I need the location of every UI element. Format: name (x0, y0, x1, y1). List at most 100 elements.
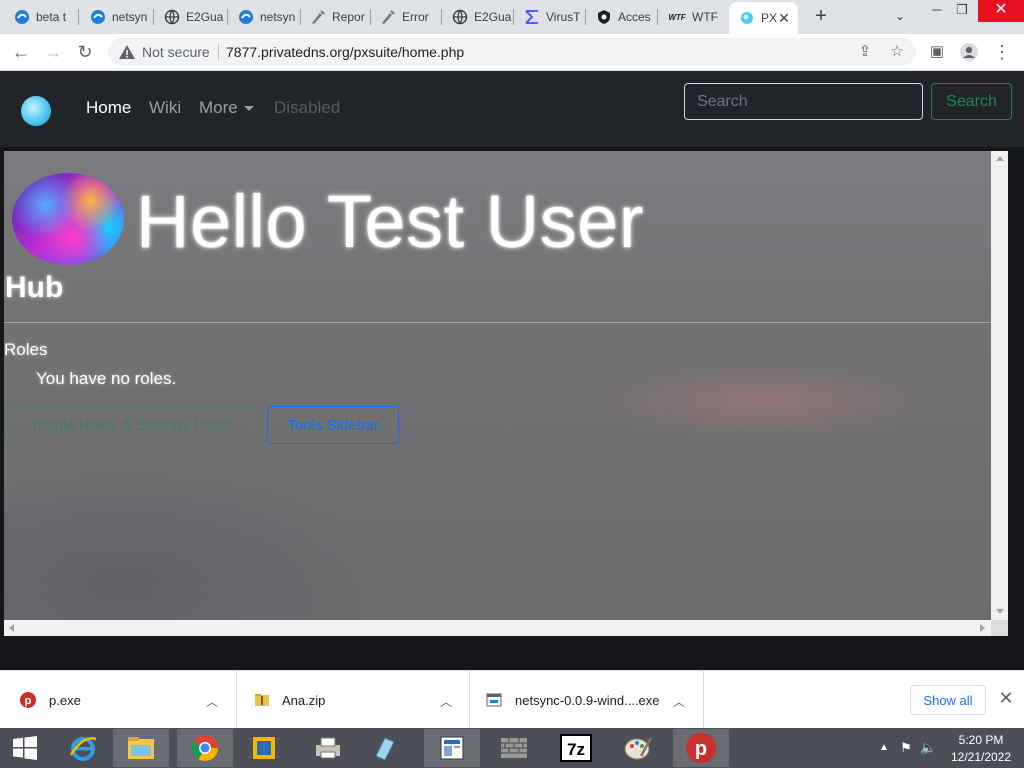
tab-title: Error (402, 10, 429, 24)
roles-settings-button[interactable]: Toggle Roles & Settings Panel (4, 406, 259, 444)
printer-app-icon[interactable] (300, 729, 356, 767)
tab-virustotal[interactable]: VirusT (514, 5, 586, 29)
tools-sidebar-button[interactable]: Tools Sidebar (267, 406, 399, 444)
tab-title: beta t (36, 10, 67, 24)
tab-error[interactable]: Error (370, 5, 442, 29)
reload-icon[interactable]: ↻ (75, 42, 95, 62)
download-item[interactable]: netsync-0.0.9-wind....exe ︿ (470, 671, 704, 729)
restore-icon[interactable]: ❐ (947, 0, 977, 22)
window-close-icon[interactable]: ✕ (978, 0, 1024, 22)
user-avatar (12, 173, 124, 265)
not-secure-label[interactable]: Not secure (142, 44, 210, 60)
chrome-icon[interactable] (177, 729, 233, 767)
chevron-up-icon[interactable]: ︿ (206, 693, 218, 710)
edge-style-icon (14, 9, 30, 25)
side-panel-icon[interactable]: ▣ (927, 42, 947, 62)
firewall-icon[interactable] (486, 729, 542, 767)
taskbar-clock-time[interactable]: 5:20 PM (946, 733, 1016, 747)
tab-title: Acces (618, 10, 651, 24)
download-item[interactable]: Ana.zip ︿ (237, 671, 470, 729)
chevron-up-icon[interactable]: ︿ (673, 693, 685, 710)
close-downloads-bar-icon[interactable]: ✕ (997, 689, 1015, 707)
nav-more-dropdown[interactable]: More (199, 98, 254, 118)
virustotal-icon (524, 9, 540, 25)
nav-more-label: More (199, 98, 238, 117)
horizontal-scrollbar[interactable] (4, 620, 991, 636)
globe-icon (164, 9, 180, 25)
url-text[interactable]: 7877.privatedns.org/pxsuite/home.php (226, 44, 464, 60)
forward-arrow-icon[interactable]: → (43, 42, 63, 62)
installer-icon (486, 692, 502, 708)
tray-overflow-chevron-icon[interactable]: ▲ (876, 740, 892, 756)
tab-beta[interactable]: beta t (4, 5, 76, 29)
close-tab-icon[interactable]: ✕ (776, 10, 792, 26)
back-arrow-icon[interactable]: ← (11, 42, 31, 62)
tab-report[interactable]: Repor (300, 5, 370, 29)
tab-e2guardian-2[interactable]: E2Gua (442, 5, 514, 29)
scroll-left-arrow-icon[interactable] (9, 624, 14, 632)
hub-content-pane: Hello Test User Hub Roles You have no ro… (4, 151, 991, 620)
web-page: Home Wiki More Disabled Search Hello Tes… (0, 71, 1024, 670)
site-navbar: Home Wiki More Disabled Search (0, 71, 1024, 147)
nav-wiki-link[interactable]: Wiki (149, 98, 181, 118)
new-tab-icon[interactable]: + (811, 6, 831, 26)
address-bar[interactable]: Not secure 7877.privatedns.org/pxsuite/h… (108, 38, 916, 66)
site-logo-icon[interactable] (21, 96, 51, 126)
show-all-downloads-button[interactable]: Show all (910, 685, 986, 715)
file-explorer-icon[interactable] (113, 729, 169, 767)
app-window-icon[interactable] (236, 729, 292, 767)
site-search-input[interactable] (684, 83, 923, 120)
edge-style-icon (90, 9, 106, 25)
paint-app-icon[interactable] (610, 729, 666, 767)
section-divider (4, 322, 991, 323)
pen-icon (380, 9, 396, 25)
omnibox-divider (218, 44, 219, 60)
taskbar-clock-date[interactable]: 12/21/2022 (946, 750, 1016, 764)
kebab-menu-icon[interactable]: ⋮ (992, 42, 1012, 62)
warning-triangle-icon[interactable] (118, 43, 136, 61)
pen-icon (310, 9, 326, 25)
tab-title: Repor (332, 10, 365, 24)
volume-icon[interactable]: 🔈 (920, 740, 936, 756)
share-icon[interactable]: ⇪ (856, 43, 874, 61)
svg-text:7z: 7z (567, 740, 585, 759)
nav-home-link[interactable]: Home (86, 98, 131, 118)
scroll-down-arrow-icon[interactable] (996, 609, 1004, 614)
tab-title: VirusT (546, 10, 581, 24)
tab-netsync-2[interactable]: netsyn (228, 5, 300, 29)
action-center-flag-icon[interactable]: ⚑ (898, 740, 914, 756)
download-filename: Ana.zip (282, 693, 326, 708)
download-filename: p.exe (49, 693, 81, 708)
downloads-bar: p p.exe ︿ Ana.zip ︿ netsync-0.0.9-wind..… (0, 670, 1024, 729)
profile-avatar-icon[interactable] (959, 42, 979, 62)
tab-separator (78, 9, 79, 25)
caret-down-icon (243, 106, 254, 112)
bookmark-star-icon[interactable]: ☆ (888, 43, 906, 61)
scroll-right-arrow-icon[interactable] (980, 624, 985, 632)
notepad-app-icon[interactable] (357, 729, 413, 767)
desktop-screen: beta t netsyn E2Gua netsyn Repor Error E… (0, 0, 1024, 768)
tab-search-chevron-icon[interactable]: ⌄ (885, 6, 915, 28)
site-search-button[interactable]: Search (931, 83, 1012, 120)
edge-style-icon (238, 9, 254, 25)
zip-folder-icon (254, 692, 270, 708)
pcloud-p-icon: p (20, 692, 36, 708)
hub-heading: Hub (5, 271, 64, 304)
chevron-up-icon[interactable]: ︿ (440, 693, 452, 710)
document-viewer-icon[interactable] (424, 729, 480, 767)
seven-zip-icon[interactable]: 7z (548, 729, 604, 767)
vertical-scrollbar[interactable] (991, 151, 1008, 620)
pcloud-p-icon[interactable]: p (673, 729, 729, 767)
tab-wtf[interactable]: WTF WTF (658, 5, 728, 29)
roles-heading: Roles (4, 340, 48, 359)
scroll-up-arrow-icon[interactable] (996, 156, 1004, 161)
download-item[interactable]: p p.exe ︿ (0, 671, 237, 729)
internet-explorer-icon[interactable] (55, 729, 111, 767)
globe-icon (452, 9, 468, 25)
tab-pxsuite-active[interactable]: PX ✕ (729, 2, 798, 34)
tab-access[interactable]: Acces (586, 5, 658, 29)
tab-netsync-1[interactable]: netsyn (80, 5, 152, 29)
windows-start-icon[interactable] (0, 729, 50, 767)
tab-e2guardian-1[interactable]: E2Gua (154, 5, 226, 29)
tab-title: netsyn (112, 10, 148, 24)
